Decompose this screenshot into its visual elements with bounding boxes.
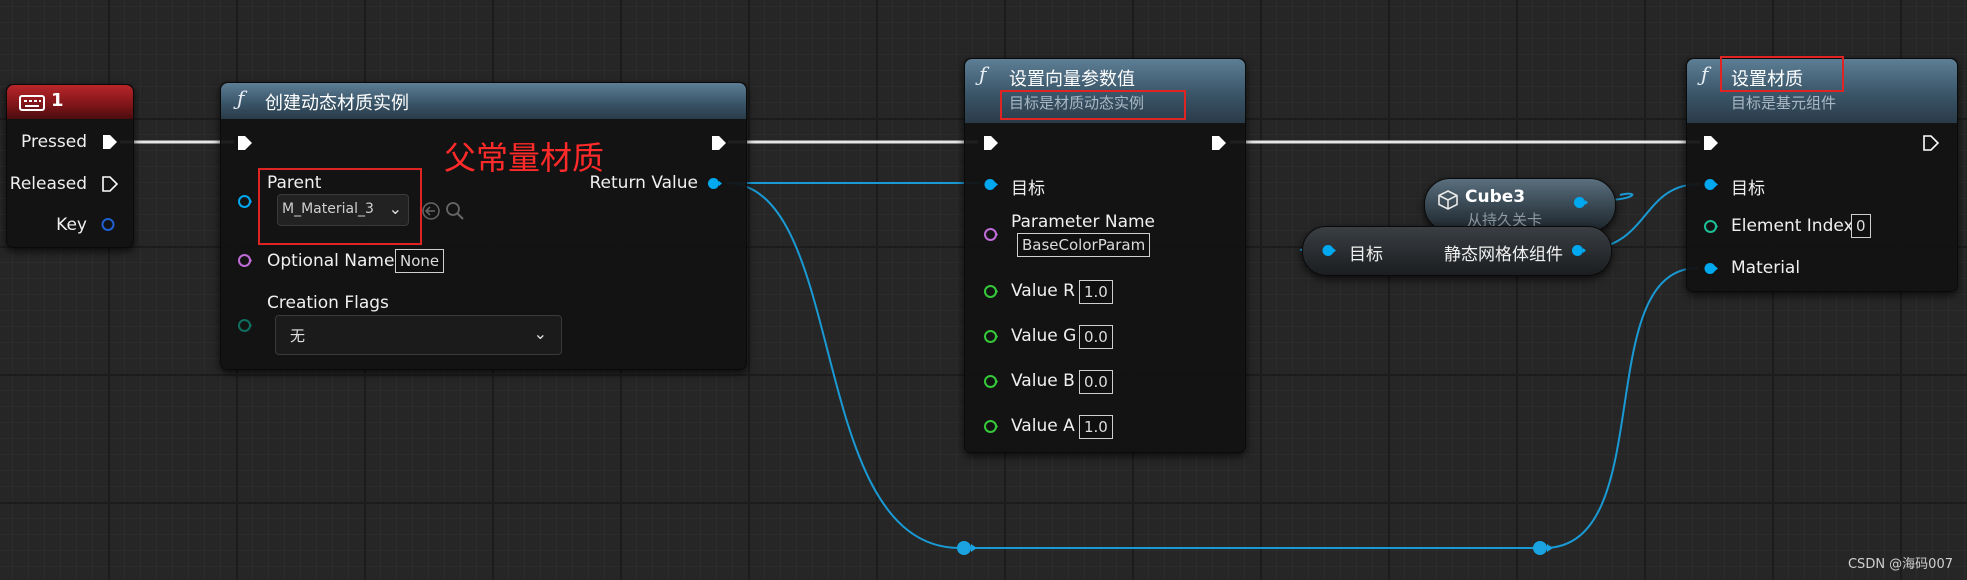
exec-out-pin-released[interactable]	[102, 176, 118, 192]
value-g-input[interactable]: 0.0	[1079, 325, 1113, 349]
value-b-in-pin[interactable]	[983, 374, 998, 389]
annotation-text: 父常量材质	[444, 139, 605, 177]
value-r-label: Value R	[1011, 281, 1075, 301]
mesh-component-out-pin[interactable]	[1571, 243, 1586, 258]
wire-return-to-reroute	[725, 182, 961, 549]
wire-reroute-to-material	[1543, 267, 1699, 549]
return-value-out-pin[interactable]	[707, 176, 722, 191]
node-title: 设置向量参数值	[1009, 69, 1135, 90]
optional-name-in-pin[interactable]	[237, 253, 252, 268]
node-title: 1	[51, 90, 64, 111]
creation-flags-in-pin[interactable]	[237, 318, 252, 333]
browse-search-icon[interactable]	[445, 201, 465, 221]
highlight-box-parent	[258, 168, 422, 245]
pin-label-pressed: Pressed	[21, 132, 87, 152]
get-static-mesh-component-node[interactable]: 目标 静态网格体组件	[1302, 226, 1612, 276]
pin-label-key: Key	[56, 215, 87, 235]
exec-out-pin[interactable]	[1923, 135, 1939, 151]
exec-in-pin[interactable]	[1703, 135, 1719, 151]
value-g-in-pin[interactable]	[983, 329, 998, 344]
exec-out-pin-pressed[interactable]	[102, 134, 118, 150]
node-title: 创建动态材质实例	[265, 93, 409, 114]
target-in-pin[interactable]	[983, 177, 998, 192]
blueprint-graph-canvas[interactable]: 1 Pressed Released Key ƒ 创建动态材质实例 Parent…	[0, 0, 1967, 580]
set-material-target-in-pin[interactable]	[1703, 177, 1718, 192]
value-r-in-pin[interactable]	[983, 284, 998, 299]
cube3-out-pin[interactable]	[1573, 195, 1588, 210]
mesh-output-label: 静态网格体组件	[1444, 245, 1563, 265]
keyboard-icon	[19, 95, 45, 111]
value-r-input[interactable]: 1.0	[1079, 280, 1113, 304]
function-f-icon: ƒ	[237, 86, 245, 110]
cube3-variable-node[interactable]: Cube3 从持久关卡	[1424, 178, 1616, 232]
set-material-node[interactable]: ƒ 设置材质 目标是基元组件 目标 Element Index 0 Materi…	[1686, 58, 1958, 292]
parameter-name-label: Parameter Name	[1011, 212, 1156, 232]
material-label: Material	[1731, 258, 1801, 278]
optional-name-input[interactable]: None	[395, 249, 445, 273]
creation-flags-value: 无	[290, 327, 306, 345]
target-label: 目标	[1731, 179, 1765, 199]
element-index-in-pin[interactable]	[1703, 219, 1718, 234]
creation-flags-dropdown[interactable]: 无 ⌄	[275, 315, 562, 355]
mesh-target-in-pin[interactable]	[1321, 243, 1336, 258]
pin-label-released: Released	[9, 174, 87, 194]
value-b-input[interactable]: 0.0	[1079, 370, 1113, 394]
value-a-in-pin[interactable]	[983, 419, 998, 434]
highlight-box-set-material-title	[1720, 56, 1844, 92]
function-f-icon: ƒ	[1701, 62, 1709, 86]
return-value-label: Return Value	[589, 173, 699, 193]
exec-out-pin[interactable]	[711, 135, 727, 151]
parameter-name-input[interactable]: BaseColorParam	[1017, 233, 1151, 257]
cube-variable-icon	[1438, 190, 1458, 210]
material-in-pin[interactable]	[1703, 261, 1718, 276]
value-a-label: Value A	[1011, 416, 1075, 436]
parent-in-pin[interactable]	[237, 194, 252, 209]
highlight-box-subtitle	[1000, 90, 1186, 120]
reroute-knot-2	[1533, 541, 1553, 555]
keyboard-event-node[interactable]: 1 Pressed Released Key	[6, 84, 134, 248]
target-label: 目标	[1011, 179, 1045, 199]
value-b-label: Value B	[1011, 371, 1075, 391]
creation-flags-label: Creation Flags	[267, 293, 389, 313]
parameter-name-in-pin[interactable]	[983, 227, 998, 242]
optional-name-label: Optional Name	[267, 251, 395, 271]
value-a-input[interactable]: 1.0	[1079, 415, 1113, 439]
key-out-pin[interactable]	[101, 217, 116, 232]
mesh-target-label: 目标	[1349, 245, 1383, 265]
watermark: CSDN @海码007	[1847, 557, 1953, 572]
reroute-knot-1	[957, 541, 977, 555]
element-index-input[interactable]: 0	[1851, 214, 1871, 238]
use-selected-arrow-icon[interactable]	[421, 201, 441, 221]
variable-name: Cube3	[1465, 187, 1526, 207]
value-g-label: Value G	[1011, 326, 1077, 346]
function-f-icon: ƒ	[979, 62, 987, 86]
exec-out-pin[interactable]	[1211, 135, 1227, 151]
element-index-label: Element Index	[1731, 216, 1854, 236]
node-subtitle: 目标是基元组件	[1731, 94, 1837, 112]
chevron-down-icon: ⌄	[533, 324, 547, 343]
exec-in-pin[interactable]	[983, 135, 999, 151]
exec-in-pin[interactable]	[237, 135, 253, 151]
